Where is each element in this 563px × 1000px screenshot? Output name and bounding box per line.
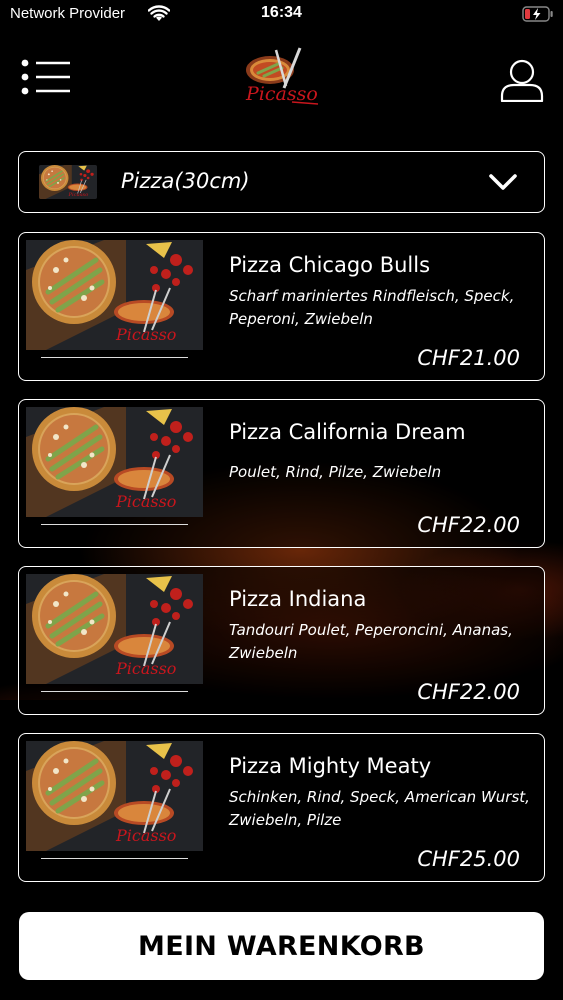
- product-image: [26, 240, 203, 350]
- product-description: Poulet, Rind, Pilze, Zwiebeln: [229, 463, 442, 481]
- image-divider: [41, 524, 188, 525]
- product-image: [26, 407, 203, 517]
- account-button[interactable]: [500, 58, 544, 103]
- svg-text:Picasso: Picasso: [245, 83, 318, 105]
- cart-button[interactable]: MEIN WARENKORB: [19, 912, 544, 980]
- image-divider: [41, 858, 188, 859]
- product-price: CHF21.00: [417, 346, 520, 370]
- category-label: Pizza(30cm): [121, 169, 250, 193]
- product-price: CHF22.00: [417, 680, 520, 704]
- product-card[interactable]: Pizza California Dream Poulet, Rind, Pil…: [18, 399, 545, 548]
- product-card[interactable]: Pizza Mighty Meaty Schinken, Rind, Speck…: [18, 733, 545, 882]
- list-menu-icon: [21, 59, 70, 95]
- menu-button[interactable]: [20, 58, 72, 98]
- chevron-down-icon: [489, 174, 517, 190]
- battery-icon: [522, 6, 553, 22]
- product-description: Tandouri Poulet, Peperoncini, Ananas, Zw…: [229, 621, 513, 662]
- clock: 16:34: [261, 4, 302, 21]
- status-bar: Network Provider 16:34: [0, 0, 563, 30]
- product-price: CHF22.00: [417, 513, 520, 537]
- category-dropdown[interactable]: Pizza(30cm): [18, 151, 545, 213]
- product-image: [26, 741, 203, 851]
- product-description: Scharf mariniertes Rindfleisch, Speck, P…: [229, 287, 515, 328]
- user-icon: [500, 59, 544, 103]
- category-thumbnail: [39, 165, 97, 199]
- product-image: [26, 574, 203, 684]
- product-card[interactable]: Pizza Chicago Bulls Scharf mariniertes R…: [18, 232, 545, 381]
- product-card[interactable]: Pizza Indiana Tandouri Poulet, Peperonci…: [18, 566, 545, 715]
- image-divider: [41, 691, 188, 692]
- image-divider: [41, 357, 188, 358]
- product-name: Pizza California Dream: [229, 420, 466, 444]
- product-description: Schinken, Rind, Speck, American Wurst, Z…: [229, 788, 530, 829]
- product-price: CHF25.00: [417, 847, 520, 871]
- product-name: Pizza Indiana: [229, 587, 367, 611]
- product-name: Pizza Chicago Bulls: [229, 253, 431, 277]
- picasso-logo: Picasso: [240, 46, 322, 110]
- product-name: Pizza Mighty Meaty: [229, 754, 432, 778]
